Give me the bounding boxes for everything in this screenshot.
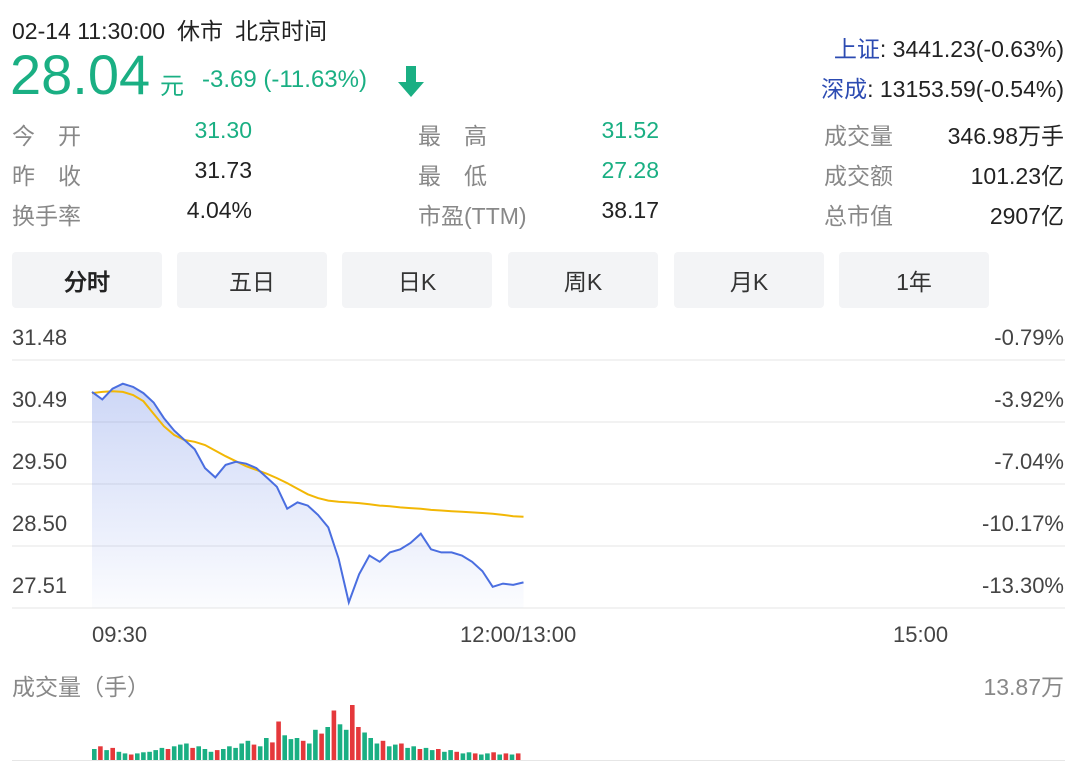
- volume-bar: [159, 747, 165, 760]
- volume-bar: [460, 753, 466, 760]
- volume-bar: [214, 750, 220, 760]
- volume-bar: [227, 746, 232, 761]
- volume-bar: [368, 738, 373, 760]
- volume-bar: [153, 750, 158, 760]
- volume-bar: [319, 733, 324, 760]
- volume-bar: [313, 729, 318, 761]
- volume-bar: [165, 749, 171, 760]
- volume-bar: [282, 735, 287, 761]
- volume-bar: [448, 750, 453, 760]
- volume-bar: [325, 727, 330, 760]
- volume-bar: [110, 747, 115, 760]
- volume-bar: [411, 746, 416, 761]
- volume-bar: [503, 753, 509, 760]
- volume-bars: [12, 705, 1065, 761]
- volume-bar: [202, 749, 208, 760]
- volume-bar: [405, 747, 410, 760]
- volume-bar: [92, 749, 97, 760]
- volume-bar: [208, 751, 214, 761]
- volume-bar: [288, 739, 294, 760]
- volume-bar: [417, 749, 423, 760]
- volume-bar: [485, 753, 490, 760]
- volume-bar: [350, 705, 355, 760]
- volume-bar: [454, 751, 459, 761]
- volume-bar: [239, 743, 244, 760]
- volume-bar: [270, 742, 275, 760]
- volume-bar: [423, 747, 429, 760]
- volume-bar: [264, 738, 269, 760]
- volume-bar: [251, 744, 257, 760]
- volume-bar: [374, 743, 380, 760]
- volume-bar: [245, 740, 251, 761]
- volume-bar: [300, 740, 306, 761]
- volume-bar: [442, 751, 447, 761]
- volume-bar: [497, 754, 502, 760]
- volume-bar: [380, 740, 386, 761]
- volume-bar: [98, 746, 103, 761]
- volume-bar: [337, 724, 343, 761]
- volume-bar: [171, 746, 177, 761]
- volume-bar: [399, 743, 404, 760]
- volume-bar: [116, 751, 122, 761]
- volume-bar: [429, 750, 435, 760]
- volume-bar: [122, 753, 128, 760]
- volume-bar: [190, 747, 195, 760]
- volume-bar: [472, 753, 478, 760]
- volume-bar: [257, 746, 263, 761]
- volume-bar: [147, 751, 152, 761]
- volume-bar: [466, 752, 472, 760]
- volume-bar: [515, 753, 521, 760]
- volume-bar: [436, 749, 441, 760]
- volume-bar: [184, 743, 189, 760]
- volume-bar: [178, 744, 183, 760]
- intraday-chart[interactable]: [0, 0, 1080, 775]
- volume-bar: [294, 738, 300, 760]
- volume-bar: [386, 746, 392, 761]
- volume-bar: [104, 750, 109, 760]
- volume-bar: [509, 754, 515, 760]
- volume-bar: [196, 746, 201, 761]
- volume-bar: [479, 754, 484, 760]
- volume-bar: [491, 752, 496, 760]
- volume-bar: [331, 710, 337, 760]
- volume-bar: [362, 732, 367, 760]
- volume-bar: [276, 721, 281, 760]
- volume-bar: [343, 729, 349, 761]
- volume-bar: [135, 753, 140, 760]
- volume-bar: [141, 752, 146, 760]
- volume-bar: [307, 743, 312, 760]
- volume-bar: [128, 754, 134, 760]
- volume-bar: [393, 744, 398, 760]
- volume-bar: [356, 727, 361, 760]
- volume-bar: [233, 747, 238, 760]
- volume-bar: [221, 749, 226, 760]
